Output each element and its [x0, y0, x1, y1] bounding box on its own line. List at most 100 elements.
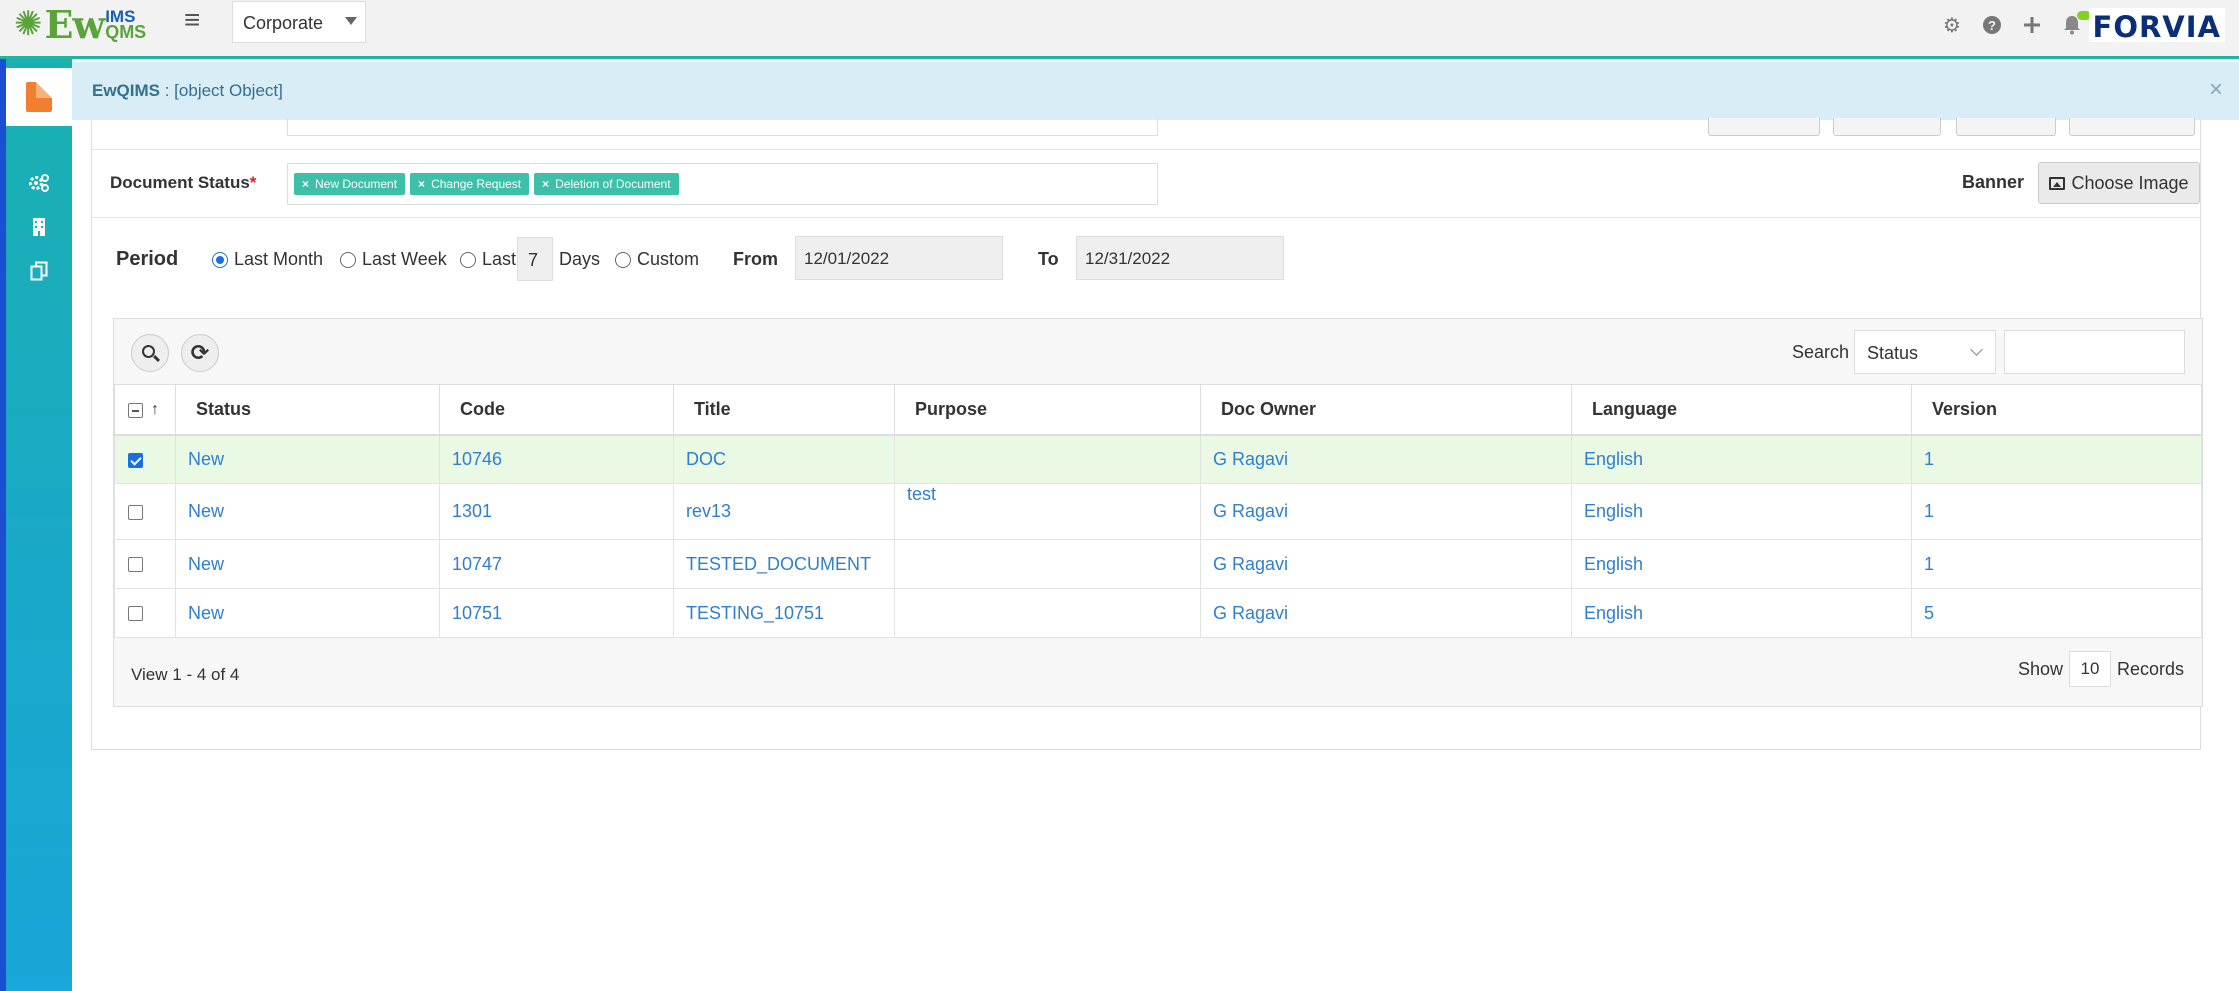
cell-code[interactable]: 10751: [439, 588, 674, 638]
column-header-doc-owner[interactable]: Doc Owner: [1200, 384, 1572, 436]
cell-doc-owner[interactable]: G Ragavi: [1200, 539, 1572, 589]
cell-doc-owner[interactable]: G Ragavi: [1200, 483, 1572, 540]
cell-title[interactable]: TESTING_10751: [673, 588, 895, 638]
refresh-button[interactable]: ⟳: [181, 334, 219, 372]
row-select-cell[interactable]: [114, 588, 176, 638]
table-row[interactable]: New 10751 TESTING_10751 G Ragavi English…: [114, 588, 2202, 638]
column-header-purpose[interactable]: Purpose: [894, 384, 1201, 436]
hamburger-icon[interactable]: ≡: [184, 4, 200, 36]
to-label: To: [1038, 249, 1059, 269]
row-select-cell[interactable]: [114, 483, 176, 540]
tag-remove-icon[interactable]: ×: [542, 177, 549, 191]
column-header-language[interactable]: Language: [1571, 384, 1912, 436]
cell-status[interactable]: New: [175, 588, 440, 638]
row-checkbox[interactable]: [128, 557, 143, 573]
app-logo[interactable]: ✺ Ew IMS QMS: [14, 2, 146, 47]
table-row[interactable]: New 10747 TESTED_DOCUMENT G Ragavi Engli…: [114, 539, 2202, 589]
cell-language[interactable]: English: [1571, 588, 1912, 638]
radio-selected[interactable]: [212, 251, 228, 268]
sidebar-item-copies[interactable]: [6, 251, 72, 291]
tag-label: Deletion of Document: [555, 177, 671, 191]
hidden-button-2[interactable]: [1833, 118, 1941, 136]
period-radio-last-month[interactable]: Last Month: [212, 249, 323, 270]
page-size-control: Show 10 Records: [2018, 651, 2184, 687]
period-radio-last-week[interactable]: Last Week: [340, 249, 447, 270]
search-field-value: Status: [1867, 343, 1919, 363]
cell-version[interactable]: 5: [1911, 588, 2202, 638]
cell-code[interactable]: 1301: [439, 483, 674, 540]
radio-unselected[interactable]: [340, 251, 356, 268]
gear-icon[interactable]: ⚙: [1941, 14, 1963, 37]
cell-language[interactable]: English: [1571, 483, 1912, 540]
sidebar-item-documents[interactable]: [6, 68, 72, 126]
help-icon[interactable]: ?: [1981, 14, 2003, 36]
from-date-input[interactable]: 12/01/2022: [795, 236, 1003, 280]
cell-version[interactable]: 1: [1911, 483, 2202, 540]
select-all-header[interactable]: ↑: [114, 384, 176, 436]
cell-title[interactable]: TESTED_DOCUMENT: [673, 539, 895, 589]
cell-status[interactable]: New: [175, 483, 440, 540]
cell-purpose[interactable]: [894, 539, 1201, 589]
bell-icon[interactable]: [2061, 11, 2091, 36]
search-input[interactable]: [2004, 330, 2185, 374]
tag-remove-icon[interactable]: ×: [302, 177, 309, 191]
cell-purpose[interactable]: [894, 434, 1201, 484]
row-checkbox[interactable]: [128, 452, 143, 468]
column-header-title[interactable]: Title: [673, 384, 895, 436]
cell-language[interactable]: English: [1571, 539, 1912, 589]
svg-text:?: ?: [1988, 18, 1996, 33]
cell-purpose[interactable]: [894, 588, 1201, 638]
days-input[interactable]: 7: [517, 237, 553, 281]
organization-select-value: Corporate: [243, 13, 324, 33]
sidebar-item-settings[interactable]: [6, 163, 72, 203]
cell-code[interactable]: 10747: [439, 539, 674, 589]
view-info: View 1 - 4 of 4: [131, 665, 240, 684]
copy-icon: [30, 261, 48, 281]
cell-version[interactable]: 1: [1911, 434, 2202, 484]
table-row[interactable]: New 10746 DOC G Ragavi English 1: [114, 434, 2202, 484]
hidden-field[interactable]: [287, 118, 1158, 136]
choose-image-button[interactable]: Choose Image: [2038, 162, 2200, 204]
hidden-button-4[interactable]: [2069, 118, 2195, 136]
cell-code[interactable]: 10746: [439, 434, 674, 484]
cell-doc-owner[interactable]: G Ragavi: [1200, 588, 1572, 638]
column-header-version[interactable]: Version: [1911, 384, 2202, 436]
to-date-input[interactable]: 12/31/2022: [1076, 236, 1284, 280]
row-checkbox[interactable]: [128, 606, 143, 622]
column-header-status[interactable]: Status: [175, 384, 440, 436]
row-select-cell[interactable]: [114, 539, 176, 589]
cell-title[interactable]: DOC: [673, 434, 895, 484]
radio-unselected[interactable]: [460, 251, 476, 268]
search-button[interactable]: [131, 334, 169, 372]
cell-language[interactable]: English: [1571, 434, 1912, 484]
sun-logo-icon: ✺: [14, 5, 43, 43]
hidden-button-3[interactable]: [1956, 118, 2056, 136]
cell-title[interactable]: rev13: [673, 483, 895, 540]
radio-unselected[interactable]: [615, 251, 631, 268]
column-header-code[interactable]: Code: [439, 384, 674, 436]
page-size-input[interactable]: 10: [2068, 651, 2111, 687]
row-select-cell[interactable]: [114, 434, 176, 484]
status-tag-new-document[interactable]: × New Document: [294, 173, 406, 195]
row-checkbox[interactable]: [128, 504, 143, 520]
tag-remove-icon[interactable]: ×: [418, 177, 425, 191]
status-tag-deletion[interactable]: × Deletion of Document: [534, 173, 679, 195]
cell-version[interactable]: 1: [1911, 539, 2202, 589]
sidebar-item-organization[interactable]: [6, 207, 72, 247]
period-radio-last-days[interactable]: Last: [460, 249, 516, 270]
sort-arrow-icon[interactable]: ↑: [151, 401, 159, 419]
cell-doc-owner[interactable]: G Ragavi: [1200, 434, 1572, 484]
organization-select[interactable]: Corporate: [232, 1, 366, 43]
cell-purpose[interactable]: test: [894, 483, 1201, 540]
status-tag-change-request[interactable]: × Change Request: [410, 173, 530, 195]
period-radio-custom[interactable]: Custom: [615, 249, 699, 270]
search-field-select[interactable]: Status: [1854, 330, 1996, 374]
table-row[interactable]: New 1301 rev13 test G Ragavi English 1: [114, 483, 2202, 540]
document-status-multiselect[interactable]: × New Document × Change Request × Deletion …: [287, 163, 1158, 205]
cell-status[interactable]: New: [175, 539, 440, 589]
close-icon[interactable]: ×: [2209, 76, 2223, 104]
select-all-checkbox[interactable]: [128, 402, 143, 418]
cell-status[interactable]: New: [175, 434, 440, 484]
plus-icon[interactable]: [2021, 14, 2043, 36]
hidden-button-1[interactable]: [1708, 118, 1820, 136]
